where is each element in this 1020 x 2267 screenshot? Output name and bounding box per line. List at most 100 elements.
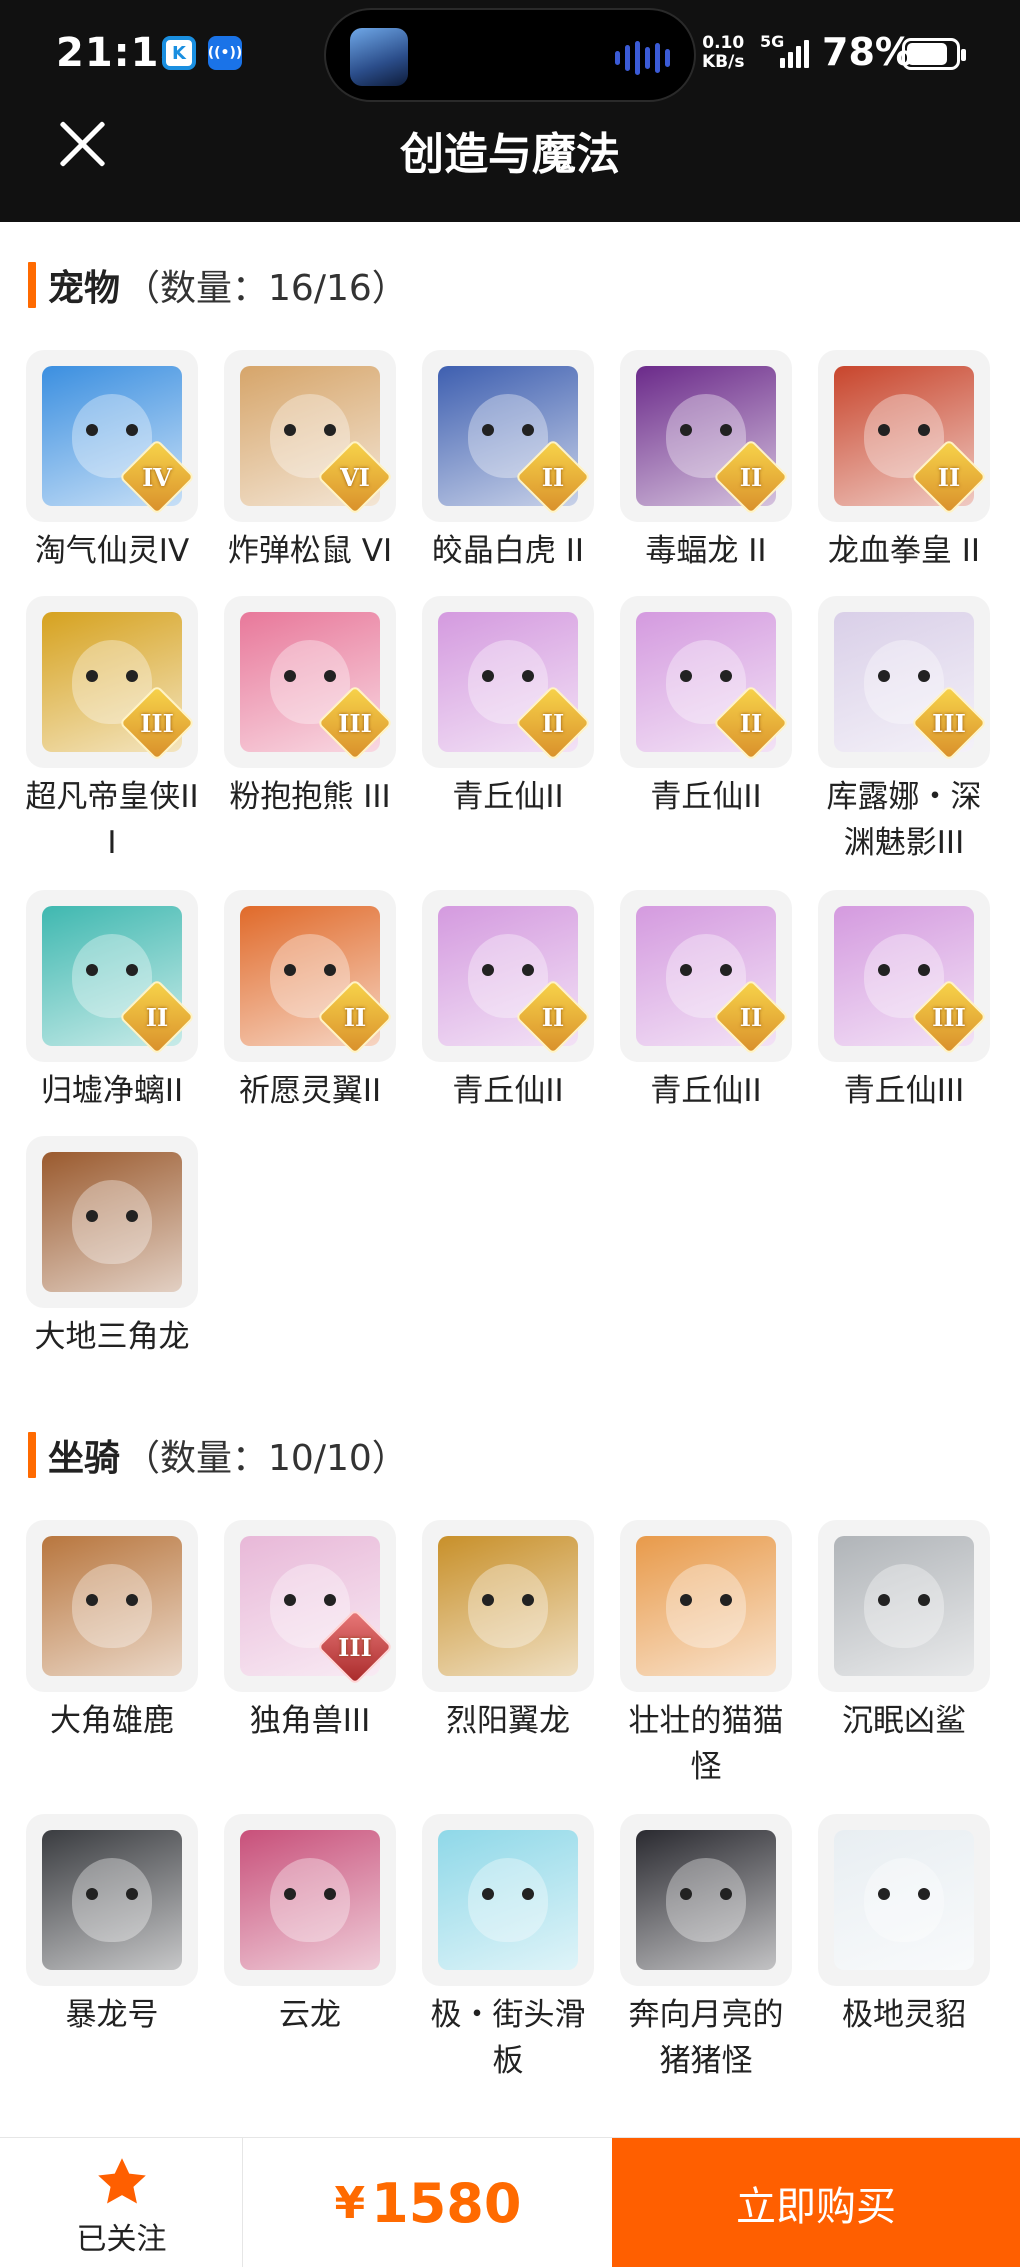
rank-badge-text: III bbox=[932, 708, 966, 738]
section-accent-bar bbox=[28, 1432, 36, 1478]
pet-item[interactable]: II 青丘仙II bbox=[422, 890, 594, 1114]
signal-icon bbox=[780, 38, 809, 68]
item-thumbnail[interactable] bbox=[818, 1520, 990, 1692]
item-thumbnail[interactable]: IV bbox=[26, 350, 198, 522]
mount-item[interactable]: 奔向月亮的猪猪怪 bbox=[620, 1814, 792, 2084]
item-label: 粉抱抱熊 III bbox=[229, 779, 391, 815]
mount-item[interactable]: 大角雄鹿 bbox=[26, 1520, 198, 1744]
item-artwork-figure bbox=[666, 1858, 746, 1942]
buy-now-button[interactable]: 立即购买 bbox=[612, 2138, 1020, 2267]
item-artwork-eye bbox=[86, 424, 98, 436]
item-artwork-eye bbox=[126, 1594, 138, 1606]
rank-badge-text: III bbox=[338, 1632, 372, 1662]
mount-item[interactable]: III 独角兽III bbox=[224, 1520, 396, 1744]
item-artwork-eye bbox=[126, 670, 138, 682]
item-thumbnail[interactable] bbox=[224, 1814, 396, 1986]
mount-item[interactable]: 极・街头滑板 bbox=[422, 1814, 594, 2084]
item-thumbnail[interactable]: II bbox=[620, 596, 792, 768]
pet-item[interactable]: II 龙血拳皇 II bbox=[818, 350, 990, 574]
item-thumbnail[interactable]: II bbox=[620, 350, 792, 522]
item-label: 青丘仙II bbox=[650, 779, 762, 815]
item-label: 祈愿灵翼II bbox=[238, 1073, 382, 1109]
item-artwork-eye bbox=[284, 424, 296, 436]
rank-badge-text: II bbox=[541, 1002, 565, 1032]
bottom-bar: 已关注 ¥ 1580 立即购买 bbox=[0, 2137, 1020, 2267]
item-thumbnail[interactable] bbox=[818, 1814, 990, 1986]
pet-item[interactable]: IV 淘气仙灵IV bbox=[26, 350, 198, 574]
dynamic-island[interactable] bbox=[324, 8, 696, 102]
item-artwork-figure bbox=[468, 1564, 548, 1648]
item-thumbnail[interactable] bbox=[620, 1814, 792, 1986]
pet-item[interactable]: III 库露娜・深渊魅影III bbox=[818, 596, 990, 866]
audio-wave-icon bbox=[615, 40, 670, 76]
item-thumbnail[interactable]: II bbox=[422, 596, 594, 768]
item-artwork bbox=[636, 1536, 776, 1676]
star-icon bbox=[98, 2158, 146, 2204]
item-thumbnail[interactable] bbox=[422, 1814, 594, 1986]
item-label: 淘气仙灵IV bbox=[34, 533, 190, 569]
rank-badge-text: III bbox=[932, 1002, 966, 1032]
pet-item[interactable]: II 青丘仙II bbox=[620, 596, 792, 820]
item-artwork bbox=[42, 1536, 182, 1676]
rank-badge-text: II bbox=[541, 708, 565, 738]
rank-badge-text: VI bbox=[340, 462, 370, 492]
pet-item[interactable]: 大地三角龙 bbox=[26, 1136, 198, 1360]
section-mounts-title: 坐骑 （数量：10/10） bbox=[28, 1430, 408, 1480]
pet-item[interactable]: II 青丘仙II bbox=[422, 596, 594, 820]
mount-item[interactable]: 壮壮的猫猫怪 bbox=[620, 1520, 792, 1790]
item-thumbnail[interactable] bbox=[620, 1520, 792, 1692]
item-artwork-figure bbox=[864, 1564, 944, 1648]
pet-item[interactable]: III 超凡帝皇侠III bbox=[25, 596, 199, 866]
item-thumbnail[interactable]: III bbox=[818, 890, 990, 1062]
item-artwork-eye bbox=[86, 1594, 98, 1606]
item-artwork-figure bbox=[270, 1858, 350, 1942]
item-label: 青丘仙II bbox=[452, 1073, 564, 1109]
item-artwork-figure bbox=[72, 1858, 152, 1942]
item-label: 极地灵貂 bbox=[842, 1997, 966, 2033]
media-thumbnail bbox=[350, 28, 408, 86]
item-thumbnail[interactable] bbox=[26, 1136, 198, 1308]
item-thumbnail[interactable]: III bbox=[26, 596, 198, 768]
pet-item[interactable]: II 青丘仙II bbox=[620, 890, 792, 1114]
pet-item[interactable]: VI 炸弹松鼠 VI bbox=[224, 350, 396, 574]
item-artwork-eye bbox=[86, 1210, 98, 1222]
item-artwork bbox=[42, 1152, 182, 1292]
item-thumbnail[interactable] bbox=[422, 1520, 594, 1692]
follow-button[interactable]: 已关注 bbox=[0, 2138, 243, 2267]
item-thumbnail[interactable]: II bbox=[422, 350, 594, 522]
mount-item[interactable]: 沉眠凶鲨 bbox=[818, 1520, 990, 1744]
item-thumbnail[interactable]: II bbox=[818, 350, 990, 522]
item-thumbnail[interactable] bbox=[26, 1520, 198, 1692]
item-thumbnail[interactable]: II bbox=[422, 890, 594, 1062]
mount-item[interactable]: 极地灵貂 bbox=[818, 1814, 990, 2038]
pet-item[interactable]: III 粉抱抱熊 III bbox=[224, 596, 396, 820]
mount-item[interactable]: 烈阳翼龙 bbox=[422, 1520, 594, 1744]
item-thumbnail[interactable]: VI bbox=[224, 350, 396, 522]
battery-icon bbox=[902, 38, 966, 70]
item-artwork-eye bbox=[918, 670, 930, 682]
item-label: 青丘仙II bbox=[452, 779, 564, 815]
item-thumbnail[interactable]: III bbox=[224, 1520, 396, 1692]
item-thumbnail[interactable]: II bbox=[620, 890, 792, 1062]
item-artwork-eye bbox=[918, 964, 930, 976]
pet-item[interactable]: III 青丘仙III bbox=[818, 890, 990, 1114]
mount-item[interactable]: 云龙 bbox=[224, 1814, 396, 2038]
item-label: 超凡帝皇侠III bbox=[25, 779, 199, 861]
item-label: 烈阳翼龙 bbox=[446, 1703, 570, 1739]
pet-item[interactable]: II 祈愿灵翼II bbox=[224, 890, 396, 1114]
pet-item[interactable]: II 皎晶白虎 II bbox=[422, 350, 594, 574]
item-thumbnail[interactable]: III bbox=[224, 596, 396, 768]
pet-item[interactable]: II 归墟净螭II bbox=[26, 890, 198, 1114]
item-thumbnail[interactable] bbox=[26, 1814, 198, 1986]
item-label: 皎晶白虎 II bbox=[431, 533, 585, 569]
item-thumbnail[interactable]: II bbox=[224, 890, 396, 1062]
item-artwork bbox=[438, 1830, 578, 1970]
item-artwork-figure bbox=[666, 1564, 746, 1648]
mount-item[interactable]: 暴龙号 bbox=[26, 1814, 198, 2038]
pet-item[interactable]: II 毒蝠龙 II bbox=[620, 350, 792, 574]
item-artwork bbox=[42, 1830, 182, 1970]
item-artwork-eye bbox=[482, 1888, 494, 1900]
item-artwork-eye bbox=[482, 424, 494, 436]
item-thumbnail[interactable]: III bbox=[818, 596, 990, 768]
item-thumbnail[interactable]: II bbox=[26, 890, 198, 1062]
